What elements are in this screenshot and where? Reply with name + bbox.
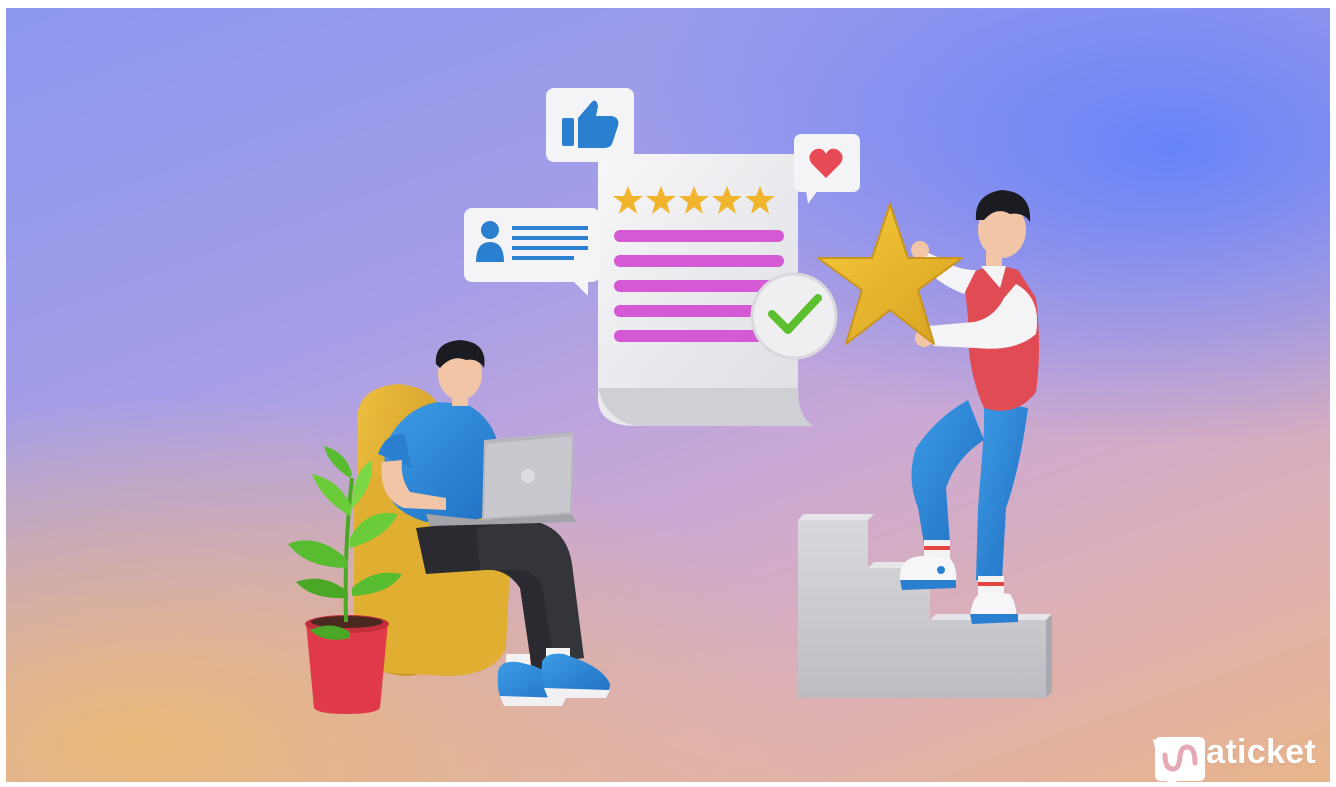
standing-man	[899, 190, 1039, 624]
illustration-scene: Whaticket	[6, 8, 1330, 782]
brand-logo: Whaticket	[1153, 733, 1316, 782]
profile-bubble	[464, 208, 600, 296]
thumbs-up-bubble	[546, 88, 634, 174]
big-star	[817, 203, 963, 345]
check-badge	[750, 272, 838, 360]
whaticket-logo-icon	[1154, 737, 1205, 782]
heart-bubble	[794, 134, 860, 204]
illustration-artwork	[288, 88, 1052, 714]
